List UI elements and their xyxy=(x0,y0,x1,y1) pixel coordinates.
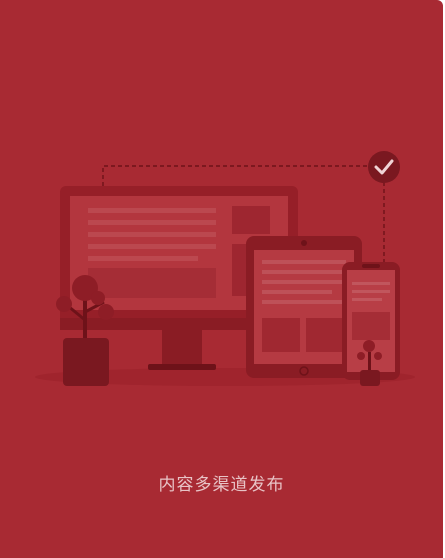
multi-device-publish-illustration xyxy=(35,151,415,386)
caption-text: 内容多渠道发布 xyxy=(158,475,285,495)
check-icon xyxy=(368,151,400,183)
publish-card: 内容多渠道发布 xyxy=(0,0,443,558)
